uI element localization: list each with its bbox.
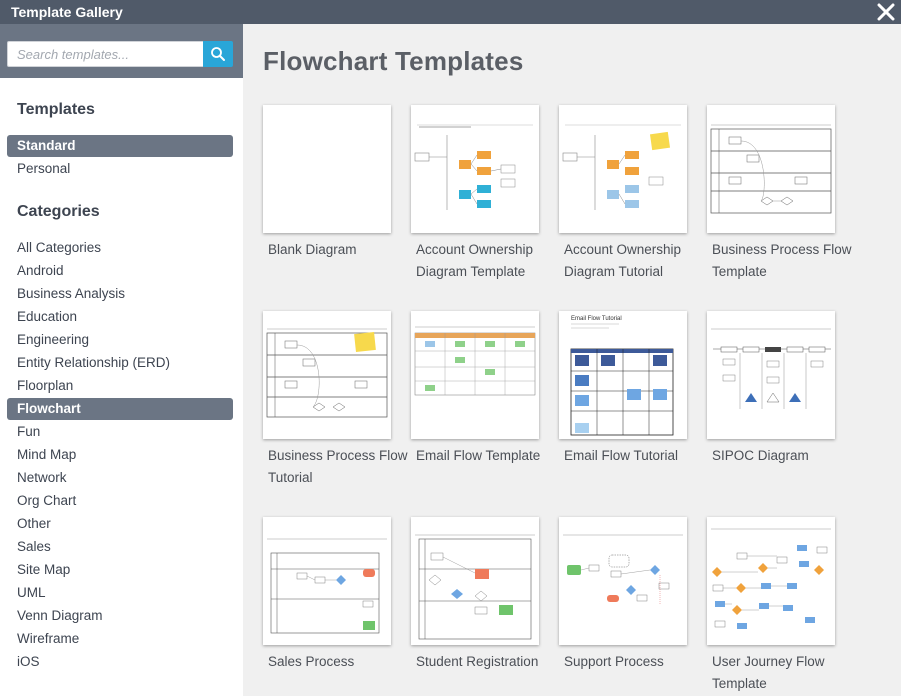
window-title: Template Gallery: [11, 4, 123, 20]
template-card-account-ownership-tutorial[interactable]: Account Ownership Diagram Tutorial: [559, 105, 689, 281]
template-thumbnail: [707, 105, 835, 233]
template-label: Email Flow Template: [416, 448, 541, 463]
sidebar-item-mind-map[interactable]: Mind Map: [7, 444, 233, 466]
template-label: Business Process Flow Template: [712, 242, 852, 279]
template-card-blank-diagram[interactable]: Blank Diagram: [263, 105, 393, 281]
template-label: Account Ownership Diagram Template: [416, 242, 534, 279]
template-card-account-ownership-template[interactable]: Account Ownership Diagram Template: [411, 105, 541, 281]
search-bar: [0, 24, 243, 78]
template-label: User Journey Flow Template: [712, 654, 825, 691]
sidebar-item-education[interactable]: Education: [7, 306, 233, 328]
sidebar-item-business-analysis[interactable]: Business Analysis: [7, 283, 233, 305]
categories-heading: Categories: [17, 203, 100, 220]
template-thumbnail: [559, 105, 687, 233]
template-card-sales-process[interactable]: Sales Process: [263, 517, 393, 693]
template-card-sipoc-diagram[interactable]: SIPOC Diagram: [707, 311, 837, 487]
sidebar-item-network[interactable]: Network: [7, 467, 233, 489]
template-thumbnail: [559, 517, 687, 645]
template-thumbnail: [411, 105, 539, 233]
template-label: Support Process: [564, 654, 664, 669]
sidebar-item-flowchart[interactable]: Flowchart: [7, 398, 233, 420]
sidebar-item-uml[interactable]: UML: [7, 582, 233, 604]
template-label: SIPOC Diagram: [712, 448, 809, 463]
sidebar-item-ios[interactable]: iOS: [7, 651, 233, 673]
template-card-user-journey-flow-template[interactable]: User Journey Flow Template: [707, 517, 837, 693]
template-thumbnail: [707, 517, 835, 645]
sidebar-item-android[interactable]: Android: [7, 260, 233, 282]
template-label: Student Registration: [416, 654, 539, 669]
window-titlebar: Template Gallery: [0, 0, 901, 24]
sidebar-item-engineering[interactable]: Engineering: [7, 329, 233, 351]
template-card-business-process-flow-tutorial[interactable]: Business Process Flow Tutorial: [263, 311, 408, 487]
sidebar-item-wireframe[interactable]: Wireframe: [7, 628, 233, 650]
template-card-email-flow-tutorial[interactable]: Email Flow Tutorial Email Flow Tutorial: [559, 311, 689, 487]
sidebar-item-all-categories[interactable]: All Categories: [7, 237, 233, 259]
templates-heading: Templates: [17, 101, 95, 118]
close-icon[interactable]: [875, 1, 897, 23]
thumb-title: Email Flow Tutorial: [571, 316, 622, 322]
template-thumbnail: [263, 517, 391, 645]
template-label: Blank Diagram: [268, 242, 357, 257]
search-icon: [211, 47, 225, 61]
template-card-support-process[interactable]: Support Process: [559, 517, 689, 693]
template-thumbnail: [263, 311, 391, 439]
sidebar-item-site-map[interactable]: Site Map: [7, 559, 233, 581]
template-card-email-flow-template[interactable]: Email Flow Template: [411, 311, 541, 487]
template-thumbnail: [707, 311, 835, 439]
sidebar-item-fun[interactable]: Fun: [7, 421, 233, 443]
sidebar-item-personal[interactable]: Personal: [7, 158, 233, 180]
sidebar-item-floorplan[interactable]: Floorplan: [7, 375, 233, 397]
sidebar: Templates Standard Personal Categories A…: [0, 24, 243, 696]
template-thumbnail: [411, 517, 539, 645]
template-gallery-main: Flowchart Templates Blank Diagram Accoun…: [243, 24, 901, 696]
template-thumbnail: [411, 311, 539, 439]
sidebar-item-sales[interactable]: Sales: [7, 536, 233, 558]
template-thumbnail: Email Flow Tutorial: [559, 311, 687, 439]
template-thumbnail: [263, 105, 391, 233]
sidebar-item-standard[interactable]: Standard: [7, 135, 233, 157]
template-label: Sales Process: [268, 654, 355, 669]
search-button[interactable]: [203, 41, 233, 67]
template-label: Account Ownership Diagram Tutorial: [564, 242, 682, 279]
page-title: Flowchart Templates: [263, 46, 524, 76]
sidebar-item-other[interactable]: Other: [7, 513, 233, 535]
template-label: Email Flow Tutorial: [564, 448, 679, 463]
template-label: Business Process Flow Tutorial: [268, 448, 408, 485]
sidebar-item-venn-diagram[interactable]: Venn Diagram: [7, 605, 233, 627]
template-card-business-process-flow-template[interactable]: Business Process Flow Template: [707, 105, 852, 281]
sidebar-item-entity-relationship[interactable]: Entity Relationship (ERD): [7, 352, 233, 374]
sidebar-item-org-chart[interactable]: Org Chart: [7, 490, 233, 512]
template-card-student-registration[interactable]: Student Registration: [411, 517, 541, 693]
search-input[interactable]: [7, 41, 203, 67]
